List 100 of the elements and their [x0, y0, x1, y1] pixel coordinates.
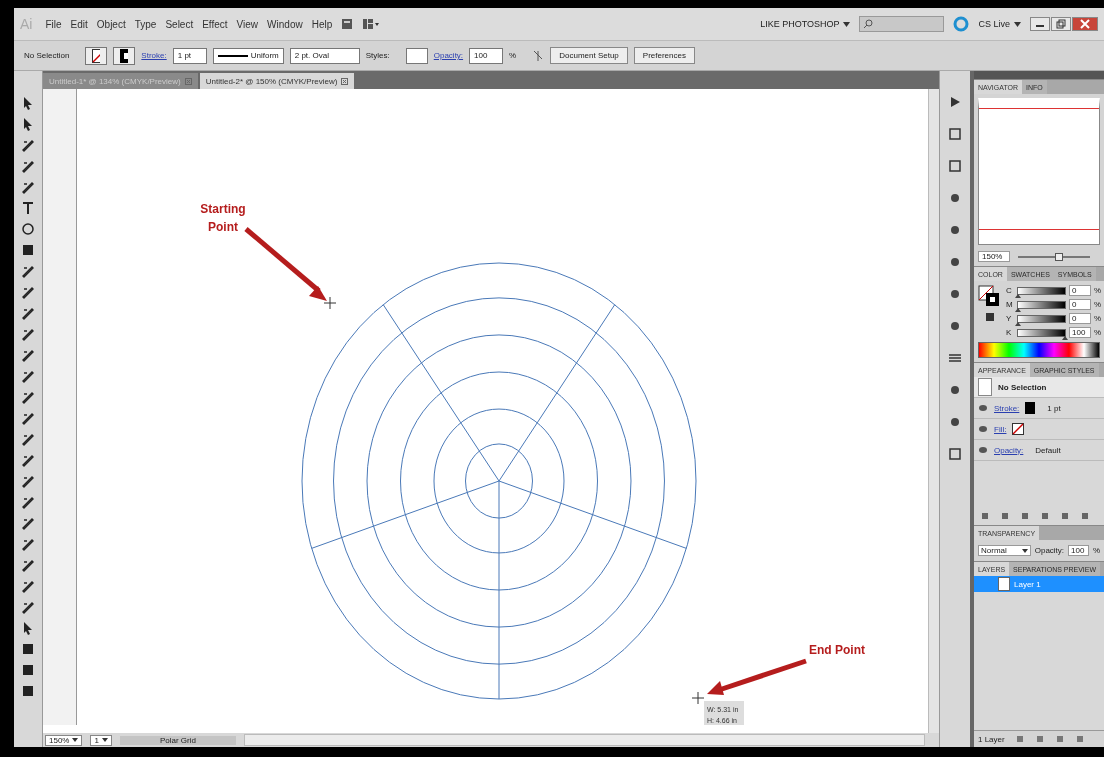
appearance-link[interactable]: Fill:: [994, 424, 1007, 434]
channel-slider[interactable]: [1017, 314, 1066, 323]
dot-icon: [948, 255, 962, 269]
line-icon: [217, 53, 248, 58]
arrange-button[interactable]: [362, 18, 381, 30]
pencil-icon: [21, 285, 35, 299]
menu-item[interactable]: Object: [96, 18, 126, 30]
tooltip-background: [704, 701, 744, 725]
close-button[interactable]: [1072, 17, 1098, 31]
zoom-dropdown[interactable]: 150%: [45, 734, 83, 746]
zoom-slider[interactable]: [1018, 255, 1090, 258]
cs-live-button[interactable]: CS Live: [978, 19, 1021, 29]
opacity-link[interactable]: Opacity:: [433, 51, 464, 60]
close-icon[interactable]: [341, 77, 349, 85]
percent-label: %: [1092, 546, 1100, 555]
bridge-button[interactable]: [341, 18, 354, 30]
pencil-icon: [21, 369, 35, 383]
vertical-scrollbar[interactable]: [928, 89, 939, 733]
eye-icon[interactable]: [978, 403, 988, 413]
pencil-icon: [21, 432, 35, 446]
pencil-icon: [21, 264, 35, 278]
page-dropdown[interactable]: 1: [90, 734, 112, 746]
selection-label: No Selection: [24, 51, 70, 60]
pencil-icon: [21, 495, 35, 509]
opacity-field[interactable]: 100: [469, 47, 504, 64]
stroke-icon: [120, 48, 129, 63]
horizontal-scrollbar[interactable]: [243, 734, 925, 746]
brush-dropdown[interactable]: 2 pt. Oval: [289, 47, 360, 64]
menu-item[interactable]: Select: [165, 18, 194, 30]
menu-item[interactable]: Window: [267, 18, 303, 30]
stroke-weight-field[interactable]: 1 pt: [172, 47, 207, 64]
menu-item[interactable]: Edit: [70, 18, 88, 30]
pointer-icon: [21, 96, 35, 110]
restore-button[interactable]: [1051, 17, 1071, 31]
pencil-icon: [21, 516, 35, 530]
profile-dropdown[interactable]: Uniform: [212, 47, 284, 64]
panel-button[interactable]: [946, 125, 964, 143]
menu-item[interactable]: Help: [311, 18, 333, 30]
current-tool-status[interactable]: Polar Grid: [119, 735, 236, 745]
pencil-icon: [21, 453, 35, 467]
document-tab[interactable]: Untitled-2* @ 150% (CMYK/Preview): [199, 73, 355, 89]
crosshair-icon: [323, 296, 337, 310]
styles-dropdown[interactable]: [405, 47, 428, 64]
eye-icon[interactable]: [978, 445, 988, 455]
recolor-icon[interactable]: [532, 48, 545, 63]
toolbar-button[interactable]: Document Setup: [550, 47, 628, 64]
unit-label: %: [1094, 314, 1100, 323]
eye-icon[interactable]: [978, 424, 988, 434]
opacity-field[interactable]: 100: [1068, 545, 1089, 556]
caret-icon: [843, 21, 851, 27]
slider-thumb[interactable]: [1015, 321, 1021, 326]
menu-item[interactable]: View: [236, 18, 259, 30]
channel-slider[interactable]: [1017, 300, 1066, 309]
object-thumbnail: [978, 378, 992, 396]
minimize-button[interactable]: [1030, 17, 1050, 31]
color-spectrum[interactable]: [978, 342, 1100, 358]
caret-icon: [1021, 548, 1028, 553]
square-icon: [21, 684, 35, 698]
slider-thumb[interactable]: [1015, 293, 1021, 298]
end-point-label: End Point: [809, 643, 865, 657]
channel-value-field[interactable]: 100: [1069, 327, 1091, 338]
menu-item[interactable]: Effect: [202, 18, 228, 30]
pencil-icon: [21, 138, 35, 152]
stroke-swatch[interactable]: [113, 46, 136, 65]
slider-thumb[interactable]: [1054, 252, 1063, 261]
channel-value-field[interactable]: 0: [1069, 313, 1091, 324]
opacity-label: Opacity:: [1034, 546, 1065, 555]
navigator-zoom-field[interactable]: 150%: [978, 251, 1010, 262]
panel-button[interactable]: [946, 157, 964, 175]
unit-label: %: [1094, 300, 1100, 309]
channel-slider[interactable]: [1017, 286, 1066, 295]
slider-thumb[interactable]: [1015, 307, 1021, 312]
panel-button[interactable]: [946, 445, 964, 463]
panel-action-icon[interactable]: [1054, 734, 1065, 744]
appearance-link[interactable]: Opacity:: [994, 445, 1024, 455]
blend-mode-dropdown[interactable]: Normal: [978, 545, 1031, 556]
dot-icon: [948, 191, 962, 205]
pencil-icon: [21, 306, 35, 320]
workspace-dropdown[interactable]: LIKE PHOTOSHOP: [760, 19, 851, 29]
type-icon: [21, 201, 35, 215]
panel-action-icon[interactable]: [1074, 734, 1085, 744]
pointer-icon: [21, 621, 35, 635]
stroke-link[interactable]: Stroke:: [141, 51, 167, 60]
panel-action-icon[interactable]: [1014, 734, 1025, 744]
search-icon: [863, 19, 874, 29]
fill-swatch[interactable]: [85, 46, 108, 65]
toolbar-button[interactable]: Preferences: [633, 47, 695, 64]
pencil-icon: [21, 390, 35, 404]
search-field[interactable]: [859, 16, 945, 32]
no-fill-swatch[interactable]: [1012, 423, 1025, 435]
panel-action-icon[interactable]: [1034, 734, 1045, 744]
crosshair-icon: [691, 691, 705, 705]
channel-value-field[interactable]: 0: [1069, 299, 1091, 310]
menu-item[interactable]: Type: [134, 18, 157, 30]
appearance-link[interactable]: Stroke:: [994, 403, 1020, 413]
menu-item[interactable]: File: [45, 18, 62, 30]
styles-label: Styles:: [365, 51, 390, 60]
stroke-swatch[interactable]: [1025, 402, 1036, 414]
channel-value-field[interactable]: 0: [1069, 285, 1091, 296]
pencil-icon: [21, 537, 35, 551]
